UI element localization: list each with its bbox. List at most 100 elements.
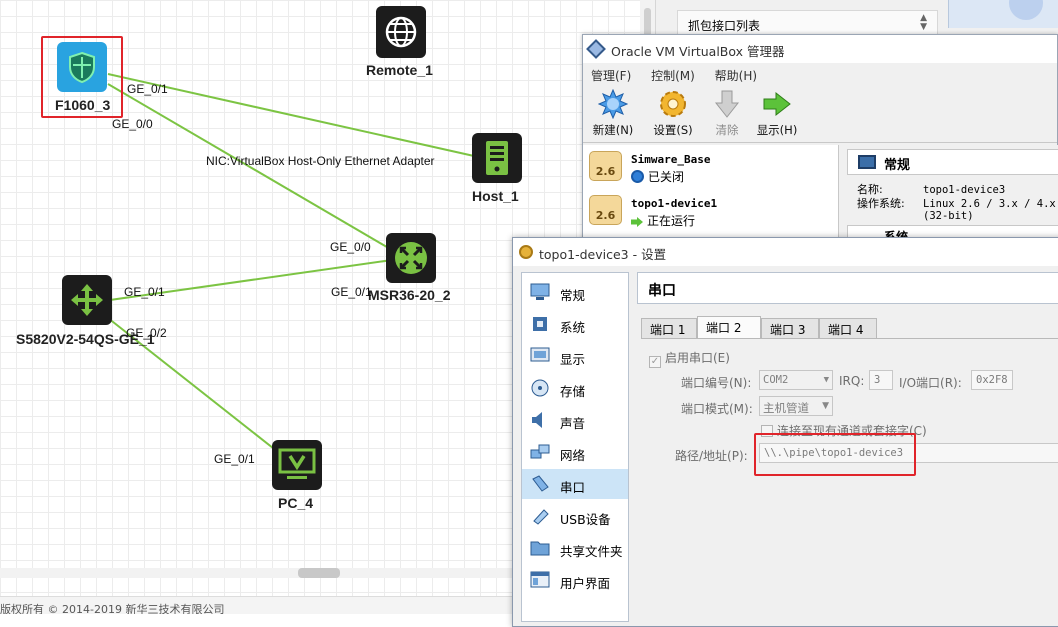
serial-port-icon [530,475,550,493]
port-number-label: 端口编号(N): [681,376,752,390]
vm-list-item[interactable]: 2.6 topo1-device1 正在运行 [589,191,837,231]
network-icon [530,443,550,461]
settings-gear-icon [519,245,533,259]
firewall-shield-icon [57,42,107,92]
storage-disk-icon [530,379,550,397]
pane-title: 串口 [637,272,1058,304]
settings-nav-list: 常规 系统 显示 存储 声音 网络 串口 USB设备 共享文件夹 用户界面 [521,272,629,622]
toolbar-label: 显示(H) [756,123,798,137]
shared-folder-icon [530,539,550,557]
general-monitor-icon [530,283,550,301]
nav-item-usb[interactable]: USB设备 [522,501,628,531]
vm-status-text: 正在运行 [647,214,696,228]
nav-item-user-interface[interactable]: 用户界面 [522,565,628,595]
tab-port-2[interactable]: 端口 2 [697,316,761,338]
scroll-thumb[interactable] [298,568,340,578]
port-mode-select[interactable]: 主机管道 ▼ [759,396,833,416]
discard-button[interactable]: 清除 [703,89,751,138]
nav-item-storage[interactable]: 存储 [522,373,628,403]
nav-item-network[interactable]: 网络 [522,437,628,467]
nav-label: 系统 [560,320,586,335]
port-number-value: COM2 [763,374,789,386]
nav-label: 串口 [560,480,586,495]
top-right-widget [948,0,1058,28]
checkbox-checked-icon: ✓ [649,356,661,368]
menu-bar: 管理(F) 控制(M) 帮助(H) [583,63,1057,87]
running-arrow-icon [631,217,643,227]
path-highlight-box [754,433,916,476]
irq-label: IRQ: [839,374,865,388]
vm-status-text: 已关闭 [648,170,685,184]
nav-label: 用户界面 [560,576,611,591]
detail-value: (32-bit) [923,210,974,222]
toolbar-label: 清除 [715,123,739,137]
enable-serial-checkbox[interactable]: ✓ 启用串口(E) [649,349,730,368]
port-label: GE_0/0 [330,240,371,254]
nav-item-shared-folders[interactable]: 共享文件夹 [522,533,628,563]
menu-help[interactable]: 帮助(H) [715,69,757,83]
audio-speaker-icon [530,411,550,429]
linux-26-badge-icon: 2.6 [589,151,622,181]
port-mode-value: 主机管道 [763,401,809,415]
nav-label: 共享文件夹 [560,544,623,559]
discard-arrow-icon [712,89,742,119]
router-icon [386,233,436,283]
nav-item-display[interactable]: 显示 [522,341,628,371]
vm-details-panel: 常规 名称: topo1-device3 操作系统: Linux 2.6 / 3.x… [845,145,1058,245]
port-label: GE_0/2 [126,326,167,340]
nav-label: 常规 [560,288,586,303]
capture-interface-list-header[interactable]: 抓包接口列表 ▲ ▼ [677,10,938,36]
sort-arrows-icon[interactable]: ▲ ▼ [920,14,927,32]
vm-status: 已关闭 [631,168,684,185]
port-label: GE_0/0 [112,117,153,131]
user-interface-icon [530,571,550,589]
details-section-title: 常规 [884,158,911,173]
menu-manage[interactable]: 管理(F) [591,69,631,83]
menu-control[interactable]: 控制(M) [651,69,695,83]
nav-label: 网络 [560,448,586,463]
path-label: 路径/地址(P): [675,449,748,463]
details-general-header[interactable]: 常规 [847,149,1058,175]
new-vm-icon [598,89,628,119]
tab-port-1[interactable]: 端口 1 [641,318,697,338]
io-port-label: I/O端口(R): [899,376,962,390]
dialog-title-bar[interactable]: topo1-device3 - 设置 [513,238,1058,266]
io-port-input[interactable]: 0x2F8 [971,370,1013,390]
window-title-bar[interactable]: Oracle VM VirtualBox 管理器 [583,35,1057,63]
port-label: GE_0/1 [124,285,165,299]
irq-input[interactable]: 3 [869,370,893,390]
powered-off-icon [631,170,644,183]
copyright-footer: 版权所有 © 2014-2019 新华三技术有限公司 [0,596,520,614]
vm-list-item[interactable]: 2.6 Simware_Base 已关闭 [589,147,837,187]
nav-label: USB设备 [560,512,611,527]
show-button[interactable]: 显示(H) [753,89,801,138]
tab-port-4[interactable]: 端口 4 [819,318,877,338]
linux-26-badge-icon: 2.6 [589,195,622,225]
nav-item-system[interactable]: 系统 [522,309,628,339]
vm-list: 2.6 Simware_Base 已关闭 2.6 topo1-device1 正… [583,145,839,245]
chevron-down-icon: ▼ [822,401,829,411]
toolbar: 新建(N) 设置(S) 清除 显示(H) [583,87,1057,143]
vm-name: topo1-device1 [631,197,718,210]
settings-button[interactable]: 设置(S) [649,89,697,138]
nav-item-serial[interactable]: 串口 [522,469,628,499]
enable-serial-label: 启用串口(E) [665,351,730,365]
nav-item-audio[interactable]: 声音 [522,405,628,435]
virtualbox-manager-window: Oracle VM VirtualBox 管理器 管理(F) 控制(M) 帮助(… [582,34,1058,245]
show-arrow-icon [762,89,792,119]
vm-name: Simware_Base [631,153,711,166]
nic-label: NIC:VirtualBox Host-Only Ethernet Adapte… [206,154,435,168]
window-title: Oracle VM VirtualBox 管理器 [611,44,785,59]
tab-port-3[interactable]: 端口 3 [761,318,819,338]
globe-icon [376,6,426,58]
circle-icon [1009,0,1043,20]
capture-title-text: 抓包接口列表 [688,19,761,33]
switch-icon [62,275,112,325]
server-tower-icon [472,133,522,183]
chevron-down-icon: ▼ [823,375,829,385]
nav-item-general[interactable]: 常规 [522,277,628,307]
port-number-select[interactable]: COM2 ▼ [759,370,833,390]
vm-settings-dialog: topo1-device3 - 设置 常规 系统 显示 存储 声音 网络 串口 … [512,237,1058,627]
usb-icon [530,507,550,525]
new-button[interactable]: 新建(N) [589,89,637,138]
